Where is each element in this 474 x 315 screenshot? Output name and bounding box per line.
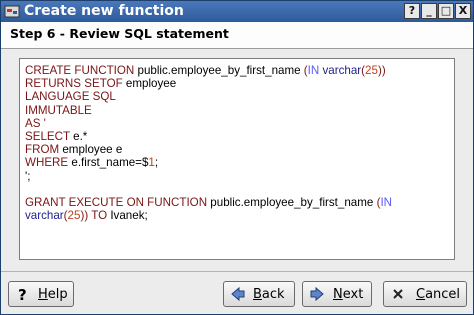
sql-token: employee	[125, 77, 177, 91]
sql-line: ';	[25, 170, 392, 183]
help-mnemonic: H	[38, 287, 48, 302]
title-bar[interactable]: Create new function ? _ □ X	[1, 1, 473, 22]
sql-line: IMMUTABLE	[25, 104, 392, 117]
sql-line: varchar(25)) TO Ivanek;	[25, 209, 392, 222]
cancel-button[interactable]: Cancel	[383, 281, 467, 307]
sql-token: AS '	[25, 116, 46, 130]
sql-line: CREATE FUNCTION public.employee_by_first…	[25, 64, 392, 77]
sql-token: TO	[91, 209, 111, 223]
step-title: Step 6 - Review SQL statement	[10, 26, 229, 41]
sql-line: WHERE e.first_name=$1;	[25, 156, 392, 169]
svg-text:?: ?	[18, 286, 27, 302]
sql-line: RETURNS SETOF employee	[25, 77, 392, 90]
sql-token: RETURNS SETOF	[25, 77, 126, 91]
sql-token: e.first_name=$	[71, 156, 149, 170]
button-separator	[1, 271, 473, 272]
sql-token: public.employee_by_first_name	[137, 64, 304, 77]
cancel-x-icon	[393, 289, 403, 299]
sql-token: WHERE	[25, 156, 72, 170]
sql-token: IN	[380, 195, 393, 209]
sql-code: CREATE FUNCTION public.employee_by_first…	[25, 64, 392, 222]
sql-token: varchar	[25, 209, 64, 223]
help-icon: ?	[18, 286, 27, 302]
back-button[interactable]: Back	[223, 281, 295, 307]
sql-line: FROM employee e	[25, 143, 392, 156]
create-function-window: Create new function ? _ □ X Step 6 - Rev…	[0, 0, 474, 315]
sql-token: e.*	[73, 129, 88, 143]
sql-token: ';	[25, 169, 31, 183]
sql-token: employee e	[62, 143, 123, 157]
back-label: ack	[261, 287, 285, 302]
sql-token: ;	[154, 156, 159, 170]
sql-token: varchar	[322, 64, 362, 77]
arrow-left-icon	[231, 286, 245, 302]
next-mnemonic: N	[333, 287, 343, 302]
sql-token: 25	[67, 209, 81, 223]
sql-token: IN	[307, 64, 320, 77]
arrow-right-icon	[310, 286, 324, 302]
next-button[interactable]: Next	[302, 281, 372, 307]
sql-token: 25	[365, 64, 378, 77]
close-icon[interactable]: X	[455, 3, 471, 19]
sql-token: SELECT	[25, 129, 74, 143]
maximize-icon[interactable]: □	[438, 3, 454, 19]
step-header: Step 6 - Review SQL statement	[1, 22, 473, 49]
sql-line: AS '	[25, 117, 392, 130]
app-icon	[4, 5, 20, 18]
sql-token: public.employee_by_first_name	[210, 195, 377, 209]
sql-token: ))	[377, 64, 386, 77]
sql-token: FROM	[25, 143, 63, 157]
cancel-label: ancel	[425, 287, 461, 302]
help-button[interactable]: ? Help	[8, 281, 74, 307]
sql-line: SELECT e.*	[25, 130, 392, 143]
cancel-mnemonic: C	[416, 287, 426, 302]
sql-statement-textarea[interactable]: CREATE FUNCTION public.employee_by_first…	[19, 58, 455, 260]
sql-token: IMMUTABLE	[25, 103, 92, 117]
sql-token: CREATE FUNCTION	[25, 64, 138, 77]
help-label: elp	[47, 287, 68, 302]
window-title: Create new function	[24, 3, 184, 19]
help-question-icon[interactable]: ?	[404, 3, 420, 19]
sql-token: LANGUAGE SQL	[25, 90, 116, 104]
sql-token: GRANT EXECUTE ON FUNCTION	[25, 195, 211, 209]
sql-line: GRANT EXECUTE ON FUNCTION public.employe…	[25, 196, 392, 209]
minimize-icon[interactable]: _	[421, 3, 437, 19]
sql-line: LANGUAGE SQL	[25, 90, 392, 103]
back-mnemonic: B	[253, 287, 262, 302]
sql-line	[25, 183, 392, 196]
next-label: ext	[342, 287, 364, 302]
sql-token: Ivanek;	[110, 209, 148, 223]
